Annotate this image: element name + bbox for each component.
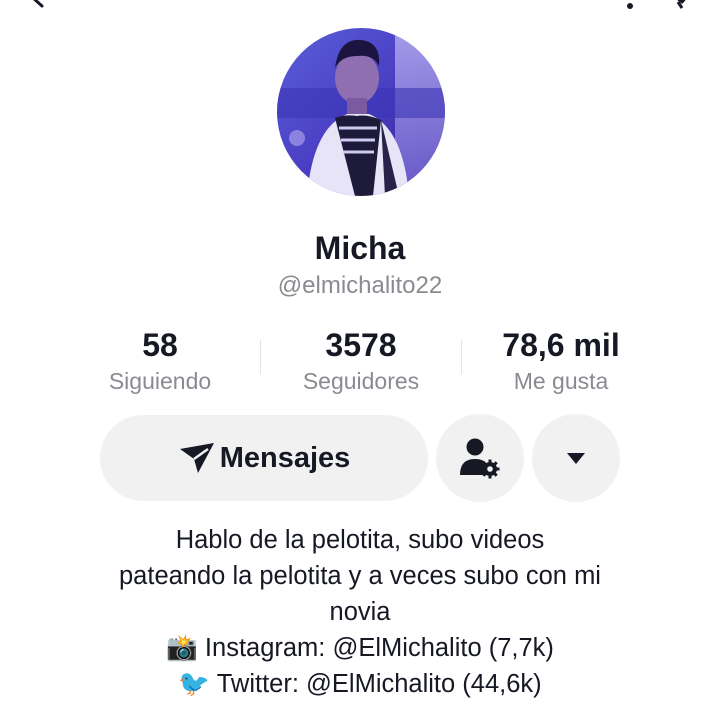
stat-following-label: Siguiendo bbox=[108, 368, 212, 394]
message-button[interactable]: Mensajes bbox=[100, 415, 428, 501]
profile-name: Micha bbox=[314, 230, 406, 266]
share-icon[interactable] bbox=[668, 0, 694, 15]
camera-flash-icon: 📸 bbox=[166, 634, 198, 662]
bio-line: novia bbox=[329, 598, 391, 626]
person-settings-icon bbox=[457, 435, 503, 481]
bio-instagram-text: Instagram: @ElMichalito (7,7k) bbox=[204, 634, 554, 662]
stat-likes-value: 78,6 mil bbox=[502, 327, 620, 363]
bell-icon[interactable] bbox=[618, 0, 642, 15]
bio-line: pateando la pelotita y a veces subo con … bbox=[119, 562, 601, 590]
profile-handle: @elmichalito22 bbox=[277, 272, 443, 299]
profile-stats: 58 Siguiendo 3578 Seguidores 78,6 mil Me… bbox=[0, 326, 720, 396]
profile-bio: Hablo de la pelotita, subo videos patean… bbox=[40, 522, 680, 702]
back-arrow-icon[interactable] bbox=[26, 0, 48, 8]
bio-instagram: 📸 Instagram: @ElMichalito (7,7k) bbox=[40, 630, 680, 666]
more-options-button[interactable] bbox=[532, 414, 620, 502]
stat-likes[interactable]: 78,6 mil Me gusta bbox=[461, 326, 661, 396]
message-button-label: Mensajes bbox=[219, 441, 351, 474]
profile-page: Micha @elmichalito22 58 Siguiendo 3578 S… bbox=[0, 0, 720, 720]
stat-likes-label: Me gusta bbox=[513, 368, 609, 394]
avatar[interactable] bbox=[277, 28, 445, 196]
stat-followers[interactable]: 3578 Seguidores bbox=[261, 326, 461, 396]
friends-settings-button[interactable] bbox=[436, 414, 524, 502]
caret-down-icon bbox=[565, 451, 587, 465]
top-right-actions bbox=[618, 0, 694, 15]
stat-following[interactable]: 58 Siguiendo bbox=[60, 326, 260, 396]
stat-followers-value: 3578 bbox=[325, 327, 397, 363]
bio-line: Hablo de la pelotita, subo videos bbox=[175, 526, 545, 554]
stat-following-value: 58 bbox=[142, 327, 178, 363]
send-icon bbox=[178, 441, 216, 475]
stat-followers-label: Seguidores bbox=[302, 368, 420, 394]
bio-twitter: 🐦 Twitter: @ElMichalito (44,6k) bbox=[40, 666, 680, 702]
bird-icon: 🐦 bbox=[178, 670, 211, 698]
bio-twitter-text: Twitter: @ElMichalito (44,6k) bbox=[216, 670, 542, 698]
